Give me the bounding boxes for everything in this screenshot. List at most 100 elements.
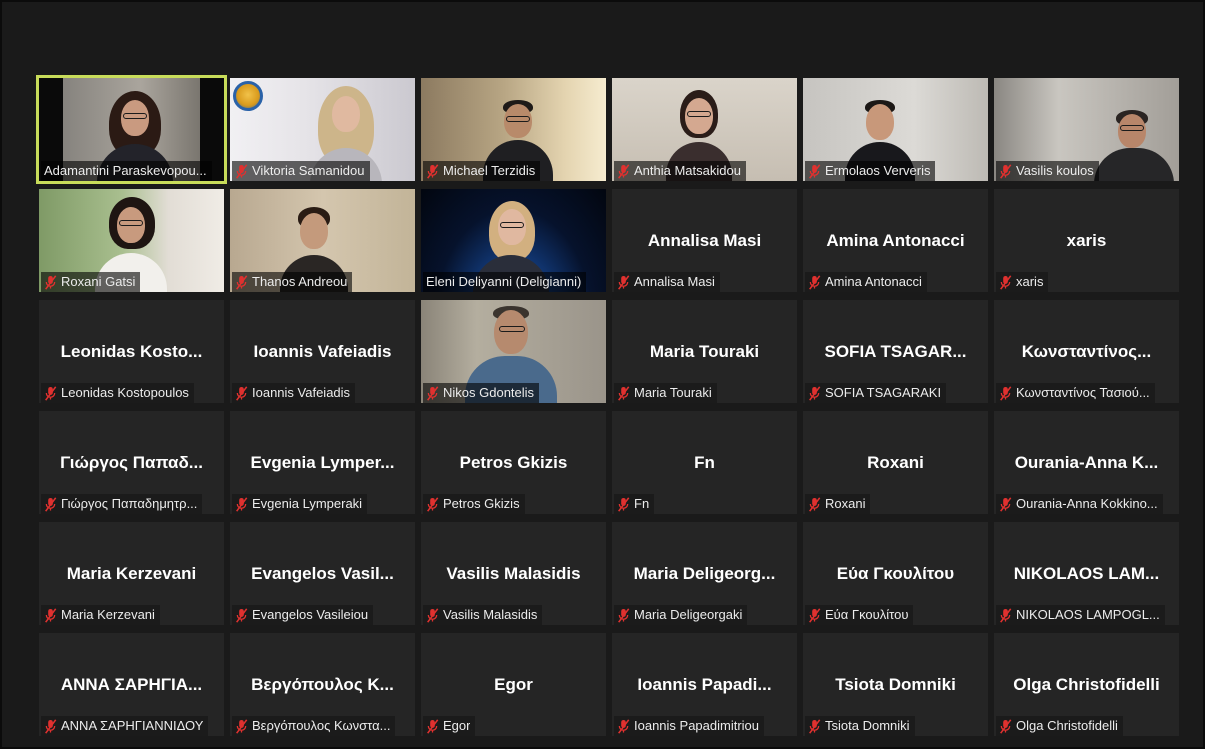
participant-name: Ourania-Anna Kokkino... xyxy=(1016,496,1158,511)
participant-name-label: Γιώργος Παπαδημητρ... xyxy=(41,494,203,514)
person-glasses xyxy=(506,116,530,122)
participant-tile[interactable]: Maria Touraki Maria Touraki xyxy=(612,300,797,403)
participant-name: Thanos Andreou xyxy=(252,274,348,289)
participant-tile[interactable]: Γιώργος Παπαδ... Γιώργος Παπαδημητρ... xyxy=(39,411,224,514)
participant-name-label: Vasilis koulos xyxy=(996,161,1099,181)
participant-name: Evangelos Vasileiou xyxy=(252,607,369,622)
participant-name: NIKOLAOS LAMPOGL... xyxy=(1016,607,1160,622)
participant-tile[interactable]: Βεργόπουλος Κ... Βεργόπουλος Κωνστα... xyxy=(230,633,415,736)
participant-name: Petros Gkizis xyxy=(443,496,520,511)
participant-tile[interactable]: Evangelos Vasil... Evangelos Vasileiou xyxy=(230,522,415,625)
mic-muted-icon xyxy=(426,385,439,401)
participant-name: ΑΝΝΑ ΣΑΡΗΓΙΑΝΝΙΔΟΥ xyxy=(61,718,204,733)
participant-tile[interactable]: xaris xaris xyxy=(994,189,1179,292)
mic-muted-icon xyxy=(617,496,630,512)
participant-tile[interactable]: SOFIA TSAGAR... SOFIA TSAGARAKI xyxy=(803,300,988,403)
person-glasses xyxy=(687,111,711,117)
participant-display-name: Maria Deligeorg... xyxy=(633,564,776,583)
participant-display-name: SOFIA TSAGAR... xyxy=(824,342,967,361)
participant-name-label: Ermolaos Ververis xyxy=(805,161,936,181)
participant-tile[interactable]: Ourania-Anna K... Ourania-Anna Kokkino... xyxy=(994,411,1179,514)
mic-muted-icon xyxy=(44,274,57,290)
mic-muted-icon xyxy=(999,607,1012,623)
person-glasses xyxy=(499,326,525,332)
mic-muted-icon xyxy=(999,718,1012,734)
mic-muted-icon xyxy=(426,607,439,623)
participant-name-label: Thanos Andreou xyxy=(232,272,353,292)
participant-name: Ermolaos Ververis xyxy=(825,163,931,178)
participant-name-label: Egor xyxy=(423,716,476,736)
participant-name-label: Roxani Gatsi xyxy=(41,272,141,292)
participant-name-label: xaris xyxy=(996,272,1049,292)
mic-muted-icon xyxy=(617,718,630,734)
person-head xyxy=(1118,114,1146,148)
participant-tile[interactable]: Vasilis Malasidis Vasilis Malasidis xyxy=(421,522,606,625)
mic-muted-icon xyxy=(617,163,630,179)
mic-muted-icon xyxy=(44,607,57,623)
participant-tile[interactable]: Fn Fn xyxy=(612,411,797,514)
mic-muted-icon xyxy=(235,385,248,401)
participant-display-name: Roxani xyxy=(867,453,924,472)
participant-tile[interactable]: Κωνσταντίνος... Κωνσταντίνος Τασιού... xyxy=(994,300,1179,403)
participant-name: Michael Terzidis xyxy=(443,163,536,178)
participant-name-label: Nikos Gdontelis xyxy=(423,383,540,403)
participant-tile[interactable]: Maria Kerzevani Maria Kerzevani xyxy=(39,522,224,625)
participant-tile[interactable]: Egor Egor xyxy=(421,633,606,736)
participant-display-name: Annalisa Masi xyxy=(647,231,762,250)
participant-tile[interactable]: Ioannis Papadi... Ioannis Papadimitriou xyxy=(612,633,797,736)
participant-tile[interactable]: Maria Deligeorg... Maria Deligeorgaki xyxy=(612,522,797,625)
participant-name: Adamantini Paraskevopou... xyxy=(44,163,207,178)
participant-name-label: Κωνσταντίνος Τασιού... xyxy=(996,383,1155,403)
participant-tile[interactable]: Thanos Andreou xyxy=(230,189,415,292)
participant-tile[interactable]: Petros Gkizis Petros Gkizis xyxy=(421,411,606,514)
participant-name-label: Evgenia Lymperaki xyxy=(232,494,368,514)
participant-tile[interactable]: Leonidas Kosto... Leonidas Kostopoulos xyxy=(39,300,224,403)
participant-tile[interactable]: ΑΝΝΑ ΣΑΡΗΓΙΑ... ΑΝΝΑ ΣΑΡΗΓΙΑΝΝΙΔΟΥ xyxy=(39,633,224,736)
participant-name: Annalisa Masi xyxy=(634,274,715,289)
participant-tile[interactable]: Nikos Gdontelis xyxy=(421,300,606,403)
active-speaker-tile[interactable]: Adamantini Paraskevopou... xyxy=(36,75,227,184)
participant-display-name: Olga Christofidelli xyxy=(1013,675,1160,694)
participant-name: Viktoria Samanidou xyxy=(252,163,365,178)
person-head xyxy=(332,96,360,132)
participant-name: Tsiota Domniki xyxy=(825,718,910,733)
participant-tile[interactable]: Michael Terzidis xyxy=(421,78,606,181)
mic-muted-icon xyxy=(235,607,248,623)
participant-display-name: Tsiota Domniki xyxy=(835,675,956,694)
participant-name: Leonidas Kostopoulos xyxy=(61,385,189,400)
participant-name: Εύα Γκουλίτου xyxy=(825,607,909,622)
participant-tile[interactable]: Roxani Roxani xyxy=(803,411,988,514)
participant-display-name: Evgenia Lymper... xyxy=(250,453,395,472)
participant-tile[interactable]: NIKOLAOS LAM... NIKOLAOS LAMPOGL... xyxy=(994,522,1179,625)
participant-tile[interactable]: Ioannis Vafeiadis Ioannis Vafeiadis xyxy=(230,300,415,403)
participant-tile[interactable]: Viktoria Samanidou xyxy=(230,78,415,181)
participant-tile[interactable]: Vasilis koulos xyxy=(994,78,1179,181)
participant-tile[interactable]: Annalisa Masi Annalisa Masi xyxy=(612,189,797,292)
participant-tile[interactable]: Roxani Gatsi xyxy=(39,189,224,292)
participant-display-name: Ourania-Anna K... xyxy=(1014,453,1159,472)
participant-display-name: Maria Kerzevani xyxy=(66,564,197,583)
participant-name-label: Adamantini Paraskevopou... xyxy=(41,161,212,181)
participant-tile[interactable]: Ermolaos Ververis xyxy=(803,78,988,181)
participant-name: xaris xyxy=(1016,274,1044,289)
participant-display-name: Ioannis Papadi... xyxy=(637,675,772,694)
participant-tile[interactable]: Amina Antonacci Amina Antonacci xyxy=(803,189,988,292)
participant-tile[interactable]: Eleni Deliyanni (Deligianni) xyxy=(421,189,606,292)
participant-name: Roxani xyxy=(825,496,866,511)
participant-name: Vasilis koulos xyxy=(1016,163,1094,178)
participant-tile[interactable]: Olga Christofidelli Olga Christofidelli xyxy=(994,633,1179,736)
participant-display-name: ΑΝΝΑ ΣΑΡΗΓΙΑ... xyxy=(60,675,203,694)
person-glasses xyxy=(1120,125,1144,131)
participant-tile[interactable]: Εύα Γκουλίτου Εύα Γκουλίτου xyxy=(803,522,988,625)
participant-display-name: Fn xyxy=(694,453,715,472)
participant-tile[interactable]: Evgenia Lymper... Evgenia Lymperaki xyxy=(230,411,415,514)
participant-name: Nikos Gdontelis xyxy=(443,385,535,400)
mic-muted-icon xyxy=(617,607,630,623)
participant-name-label: Annalisa Masi xyxy=(614,272,720,292)
participant-tile[interactable]: Anthia Matsakidou xyxy=(612,78,797,181)
participant-name: Olga Christofidelli xyxy=(1016,718,1118,733)
participant-name-label: Ioannis Vafeiadis xyxy=(232,383,356,403)
mic-muted-icon xyxy=(999,496,1012,512)
participant-tile[interactable]: Tsiota Domniki Tsiota Domniki xyxy=(803,633,988,736)
mic-muted-icon xyxy=(235,274,248,290)
